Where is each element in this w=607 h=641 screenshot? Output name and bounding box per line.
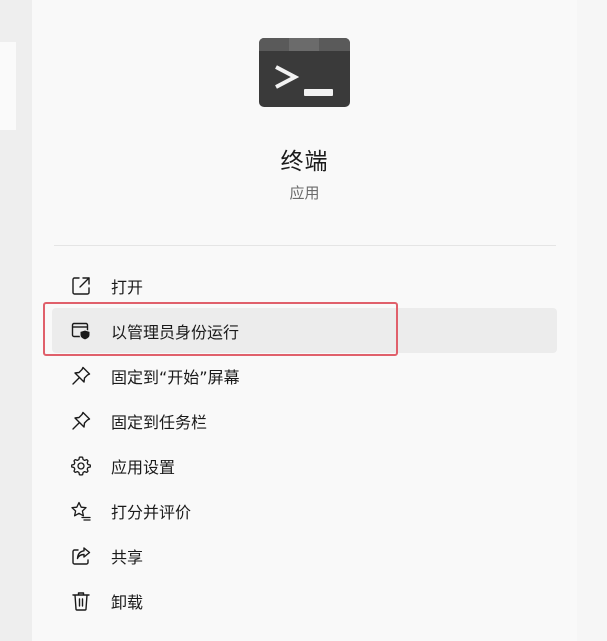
menu-item-pin-to-taskbar[interactable]: 固定到任务栏 xyxy=(52,398,557,443)
pin-icon xyxy=(69,364,93,388)
menu-item-uninstall[interactable]: 卸载 xyxy=(52,578,557,623)
share-icon xyxy=(69,544,93,568)
menu-item-open[interactable]: 打开 xyxy=(52,263,557,308)
menu-item-run-as-admin[interactable]: 以管理员身份运行 xyxy=(52,308,557,353)
open-external-icon xyxy=(69,274,93,298)
menu-item-app-settings[interactable]: 应用设置 xyxy=(52,443,557,488)
menu-item-label: 打开 xyxy=(111,277,144,297)
app-type-label: 应用 xyxy=(289,184,320,202)
app-title: 终端 xyxy=(280,149,329,175)
menu-item-share[interactable]: 共享 xyxy=(52,533,557,578)
pin-icon xyxy=(69,409,93,433)
trash-icon xyxy=(69,589,93,613)
admin-shield-icon xyxy=(69,319,93,343)
background-window-fragment xyxy=(0,42,16,130)
app-actions-menu: 打开 以管理员身份运行 固定到“开始”屏幕 固定到任务栏 应用设置 打分并评价 … xyxy=(52,263,557,623)
menu-item-rate-and-review[interactable]: 打分并评价 xyxy=(52,488,557,533)
menu-item-label: 卸载 xyxy=(111,592,144,612)
gear-icon xyxy=(69,454,93,478)
menu-item-label: 共享 xyxy=(111,547,144,567)
menu-item-label: 打分并评价 xyxy=(111,502,192,522)
terminal-icon-titlebar xyxy=(259,38,350,51)
menu-item-label: 固定到“开始”屏幕 xyxy=(111,367,240,387)
menu-item-pin-to-start[interactable]: 固定到“开始”屏幕 xyxy=(52,353,557,398)
prompt-chevron-icon xyxy=(275,65,299,89)
menu-item-label: 固定到任务栏 xyxy=(111,412,208,432)
divider xyxy=(54,245,556,246)
app-context-panel: 终端 应用 打开 以管理员身份运行 固定到“开始”屏幕 固定到任务栏 应用设置 … xyxy=(32,0,577,641)
menu-item-label: 以管理员身份运行 xyxy=(111,322,240,342)
background-window-left xyxy=(0,0,32,641)
prompt-cursor xyxy=(304,89,333,96)
rate-review-icon xyxy=(69,499,93,523)
terminal-icon[interactable] xyxy=(259,38,350,107)
menu-item-label: 应用设置 xyxy=(111,457,176,477)
background-window-right xyxy=(577,0,607,641)
